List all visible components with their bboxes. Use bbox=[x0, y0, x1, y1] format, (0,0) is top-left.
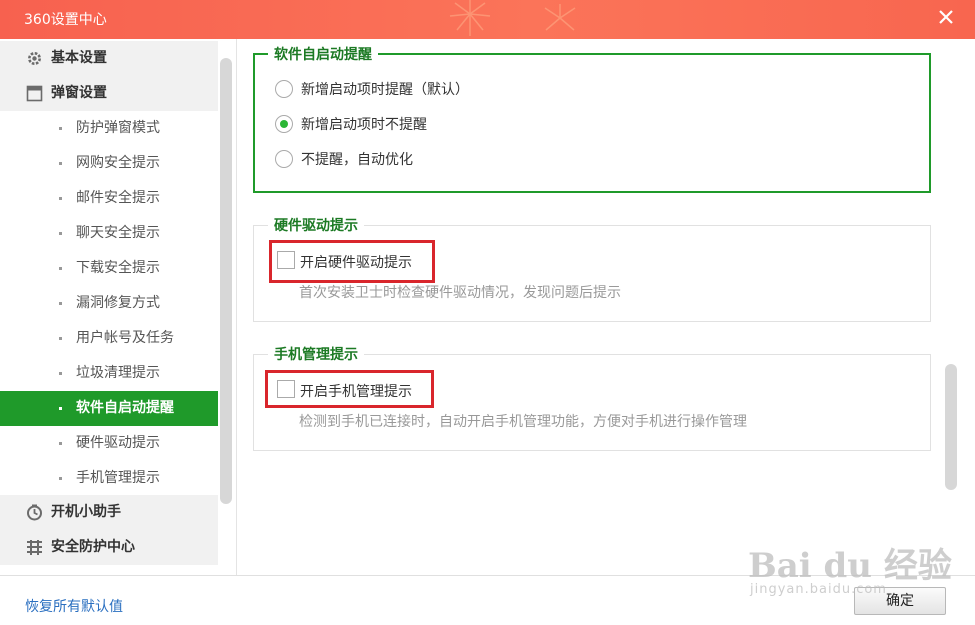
checkbox-label[interactable]: 开启硬件驱动提示 bbox=[300, 252, 412, 272]
firework-decoration-icon bbox=[449, 0, 576, 36]
main-scrollbar-track[interactable] bbox=[944, 39, 958, 575]
sidebar-group-label: 弹窗设置 bbox=[51, 85, 107, 101]
radio-button[interactable] bbox=[275, 115, 293, 133]
window-icon bbox=[26, 85, 43, 102]
footer: 恢复所有默认值 确定 bbox=[0, 575, 975, 625]
section-description: 检测到手机已连接时，自动开启手机管理功能，方便对手机进行操作管理 bbox=[299, 414, 747, 430]
bullet-icon bbox=[59, 407, 62, 410]
clock-icon bbox=[27, 504, 42, 521]
sidebar-item-label: 网购安全提示 bbox=[76, 155, 160, 171]
sidebar: 基本设置 弹窗设置 防护弹窗模式 网购安全提示 邮件安全提示 聊天安全提示 下载… bbox=[0, 39, 218, 575]
sidebar-item-startup-reminder[interactable]: 软件自启动提醒 bbox=[0, 391, 218, 426]
sidebar-item-label: 下载安全提示 bbox=[76, 260, 160, 276]
sidebar-group-label: 开机小助手 bbox=[51, 504, 121, 520]
sidebar-item-hardware-driver[interactable]: 硬件驱动提示 bbox=[0, 426, 218, 461]
sidebar-item-label: 邮件安全提示 bbox=[76, 190, 160, 206]
sidebar-item-label: 硬件驱动提示 bbox=[76, 435, 160, 451]
sidebar-item-mail-safety[interactable]: 邮件安全提示 bbox=[0, 181, 218, 216]
ok-button[interactable]: 确定 bbox=[854, 587, 946, 615]
bullet-icon bbox=[59, 337, 62, 340]
sidebar-item-phone-management[interactable]: 手机管理提示 bbox=[0, 461, 218, 496]
main-scrollbar-thumb[interactable] bbox=[945, 364, 957, 490]
sidebar-item-label: 手机管理提示 bbox=[76, 470, 160, 486]
sidebar-item-label: 聊天安全提示 bbox=[76, 225, 160, 241]
sidebar-item-popup-protection-mode[interactable]: 防护弹窗模式 bbox=[0, 111, 218, 146]
sidebar-item-download-safety[interactable]: 下载安全提示 bbox=[0, 251, 218, 286]
radio-remind-default[interactable]: 新增启动项时提醒（默认） bbox=[275, 79, 575, 101]
sidebar-item-label: 漏洞修复方式 bbox=[76, 295, 160, 311]
main-panel: 软件自启动提醒 新增启动项时提醒（默认） 新增启动项时不提醒 不提醒，自动优化 … bbox=[237, 39, 975, 575]
sidebar-item-account-tasks[interactable]: 用户帐号及任务 bbox=[0, 321, 218, 356]
checkbox-label[interactable]: 开启手机管理提示 bbox=[300, 381, 412, 401]
bullet-icon bbox=[59, 197, 62, 200]
title-bar: 360设置中心 bbox=[0, 0, 975, 39]
grid-icon bbox=[27, 540, 42, 555]
sidebar-group-security-center[interactable]: 安全防护中心 bbox=[0, 530, 218, 565]
sidebar-group-label: 基本设置 bbox=[51, 50, 107, 66]
radio-label: 新增启动项时提醒（默认） bbox=[301, 82, 469, 98]
sidebar-item-junk-cleanup[interactable]: 垃圾清理提示 bbox=[0, 356, 218, 391]
radio-button[interactable] bbox=[275, 80, 293, 98]
radio-label: 新增启动项时不提醒 bbox=[301, 117, 427, 133]
close-icon[interactable] bbox=[935, 6, 957, 28]
sidebar-item-label: 垃圾清理提示 bbox=[76, 365, 160, 381]
radio-label: 不提醒，自动优化 bbox=[301, 152, 413, 168]
sidebar-group-popup-settings[interactable]: 弹窗设置 bbox=[0, 76, 218, 111]
section-description: 首次安装卫士时检查硬件驱动情况，发现问题后提示 bbox=[299, 285, 621, 301]
phone-management-checkbox[interactable] bbox=[277, 380, 295, 398]
bullet-icon bbox=[59, 267, 62, 270]
sidebar-item-chat-safety[interactable]: 聊天安全提示 bbox=[0, 216, 218, 251]
section-title: 手机管理提示 bbox=[268, 344, 364, 364]
bullet-icon bbox=[59, 477, 62, 480]
section-title: 软件自启动提醒 bbox=[268, 44, 378, 64]
sidebar-group-label: 安全防护中心 bbox=[51, 539, 135, 555]
bullet-icon bbox=[59, 232, 62, 235]
radio-button[interactable] bbox=[275, 150, 293, 168]
sidebar-item-label: 用户帐号及任务 bbox=[76, 330, 174, 346]
sidebar-group-basic-settings[interactable]: 基本设置 bbox=[0, 41, 218, 76]
sidebar-item-label: 软件自启动提醒 bbox=[76, 400, 174, 416]
sidebar-group-boot-assistant[interactable]: 开机小助手 bbox=[0, 495, 218, 530]
bullet-icon bbox=[59, 127, 62, 130]
sidebar-scrollbar[interactable] bbox=[220, 58, 232, 504]
sidebar-item-patch-method[interactable]: 漏洞修复方式 bbox=[0, 286, 218, 321]
hardware-driver-checkbox[interactable] bbox=[277, 251, 295, 269]
radio-no-remind[interactable]: 新增启动项时不提醒 bbox=[275, 114, 575, 136]
bullet-icon bbox=[59, 442, 62, 445]
bullet-icon bbox=[59, 162, 62, 165]
gear-icon bbox=[28, 52, 41, 65]
section-title: 硬件驱动提示 bbox=[268, 215, 364, 235]
bullet-icon bbox=[59, 372, 62, 375]
sidebar-item-label: 防护弹窗模式 bbox=[76, 120, 160, 136]
sidebar-item-shopping-safety[interactable]: 网购安全提示 bbox=[0, 146, 218, 181]
bullet-icon bbox=[59, 302, 62, 305]
radio-auto-optimize[interactable]: 不提醒，自动优化 bbox=[275, 149, 575, 171]
restore-defaults-link[interactable]: 恢复所有默认值 bbox=[25, 596, 123, 616]
